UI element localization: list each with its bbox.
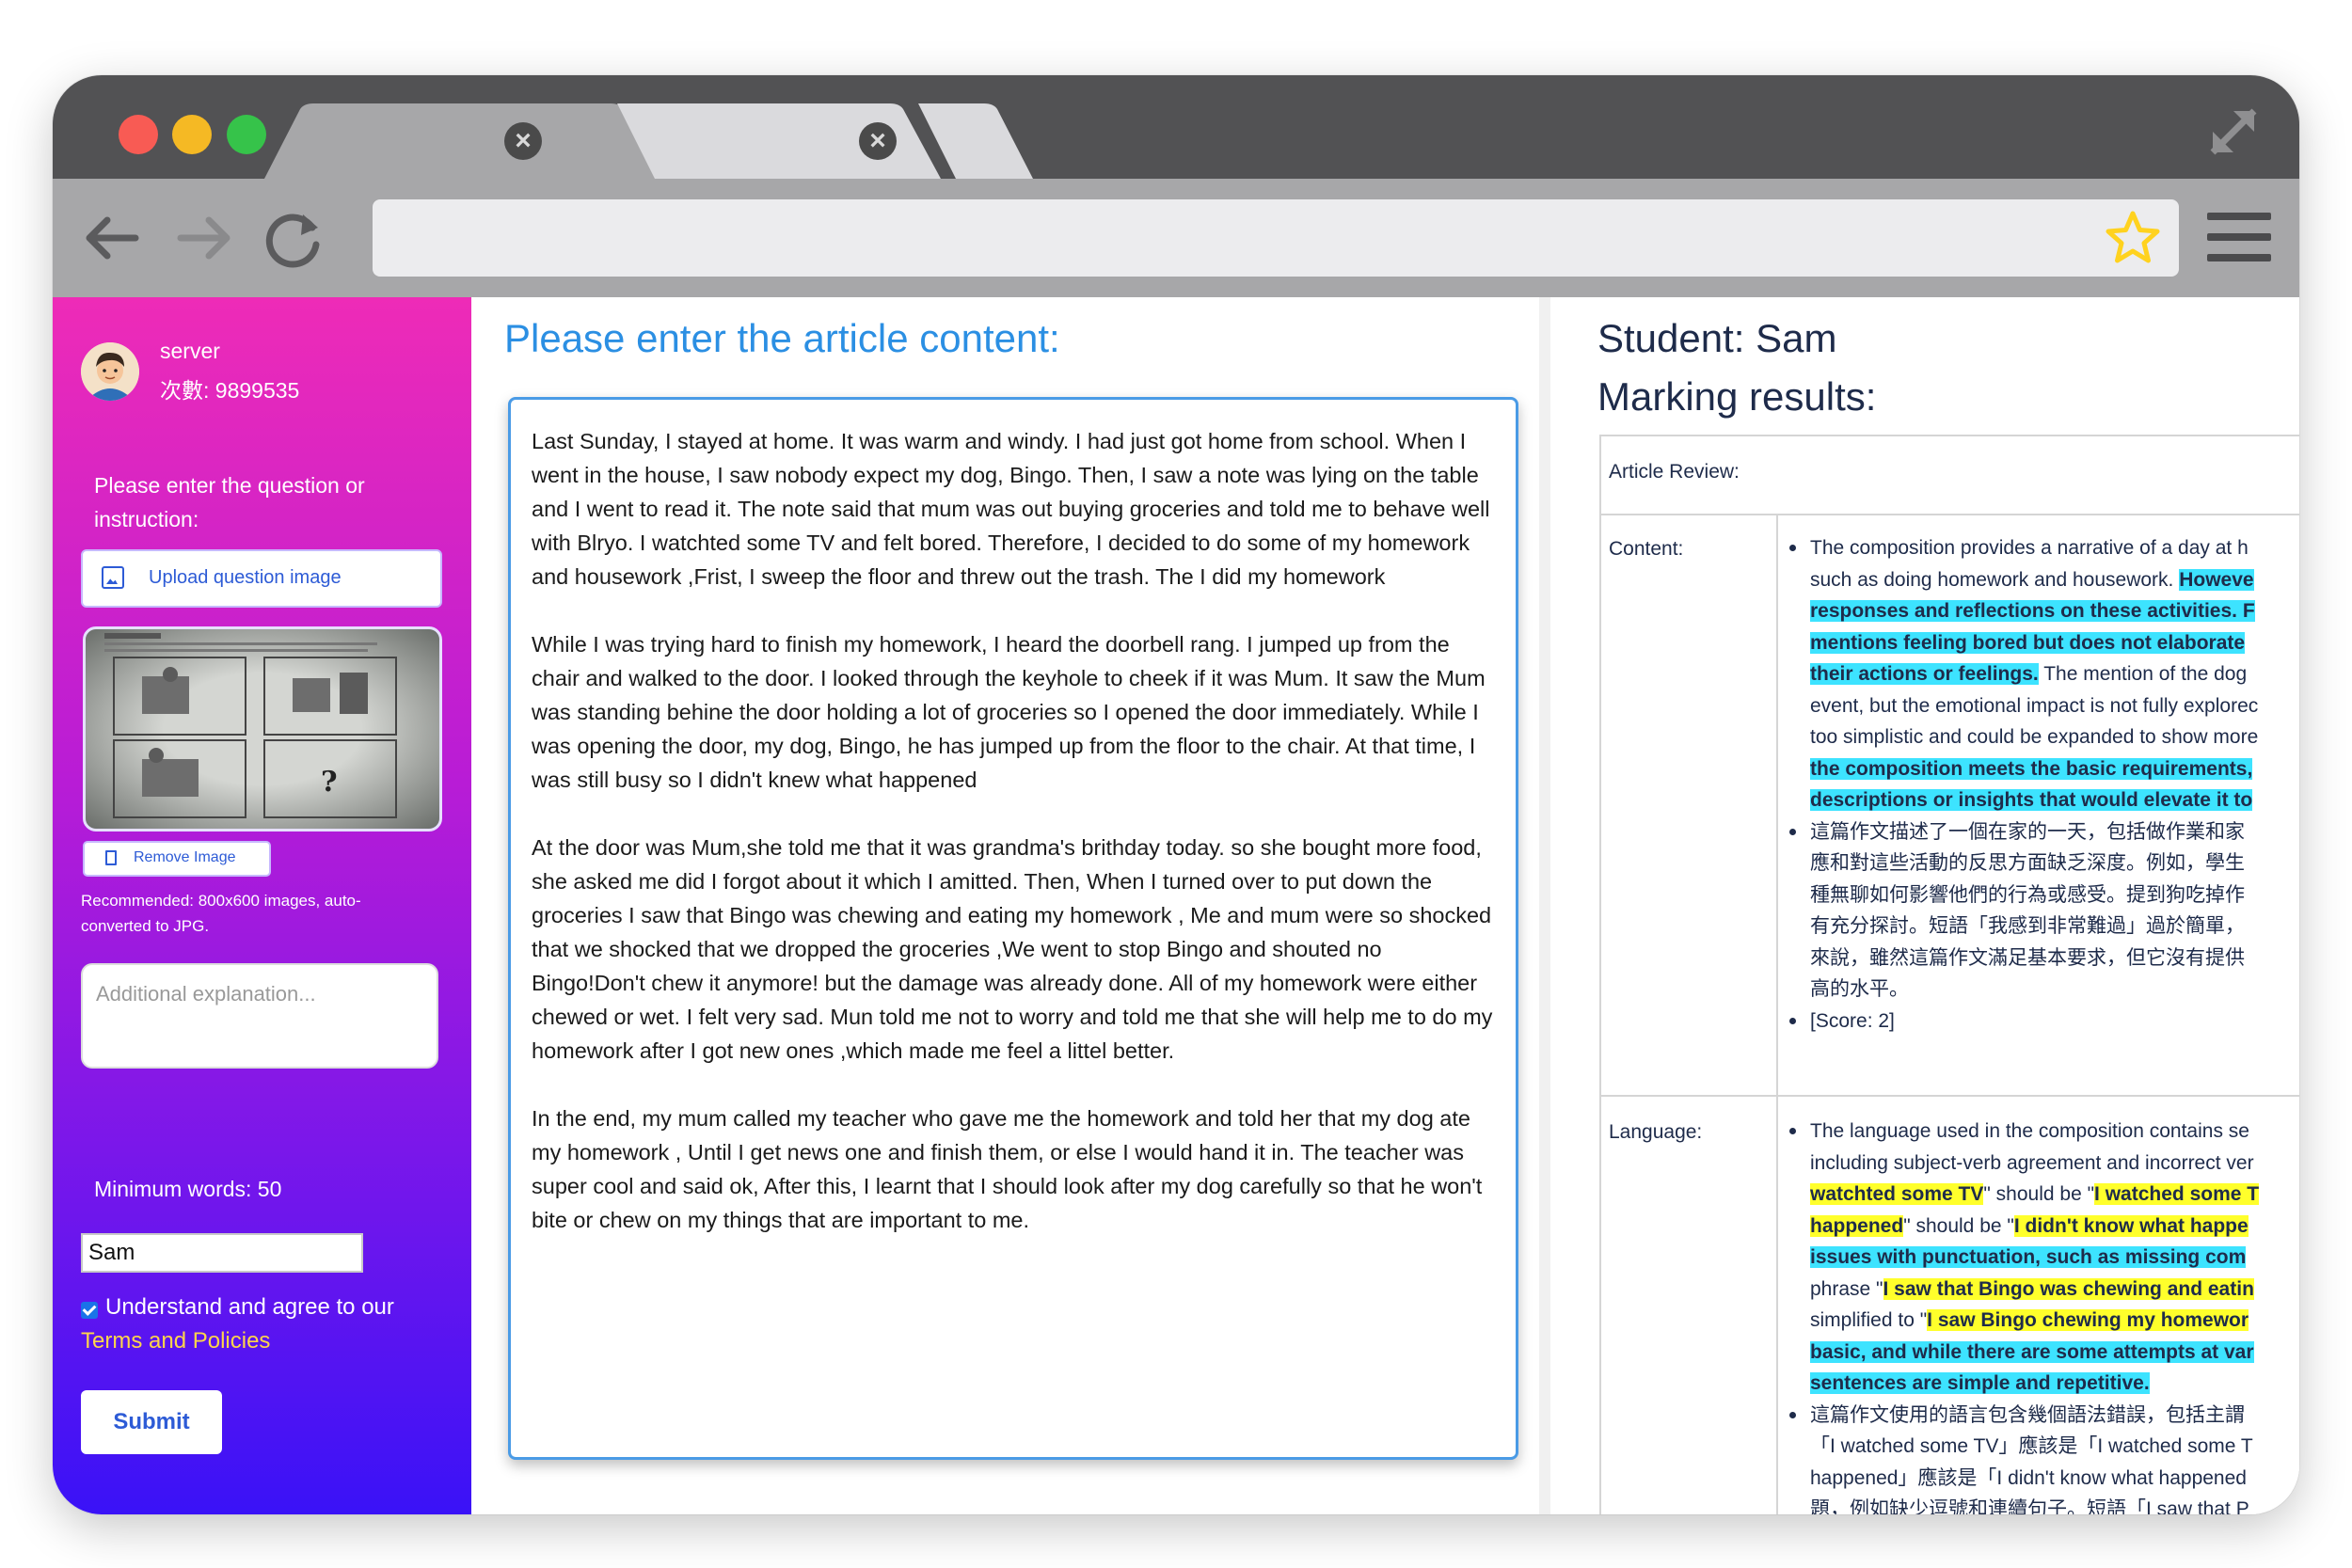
avatar — [81, 342, 139, 401]
table-divider — [1776, 514, 1778, 1514]
address-bar[interactable] — [373, 199, 2179, 277]
new-tab-button[interactable] — [918, 103, 1059, 179]
article-title: Please enter the article content: — [504, 316, 1060, 360]
minimum-words: Minimum words: 50 — [94, 1177, 282, 1201]
list-item: [Score: 2] — [1789, 1006, 2299, 1037]
submit-button[interactable]: Submit — [81, 1390, 222, 1454]
page-content: server 次數: 9899535 Please enter the ques… — [53, 297, 2299, 1514]
language-label: Language: — [1609, 1121, 1703, 1143]
user-name: server — [160, 339, 220, 363]
svg-text:?: ? — [321, 766, 338, 799]
maximize-window-button[interactable] — [227, 115, 266, 154]
question-label: Please enter the question or instruction… — [94, 473, 365, 531]
article-paragraph: Last Sunday, I stayed at home. It was wa… — [532, 429, 1490, 589]
remove-image-button[interactable]: Remove Image — [83, 841, 271, 877]
tab-active[interactable]: × — [264, 103, 660, 179]
student-heading: Student: Sam — [1597, 316, 1837, 360]
close-icon[interactable]: × — [859, 122, 897, 160]
results-table: Article Review: Content: The composition… — [1599, 435, 2299, 1514]
question-image-preview: ? — [83, 626, 442, 832]
expand-icon[interactable] — [2205, 103, 2262, 160]
usage-count: 次數: 9899535 — [160, 378, 300, 403]
results-panel: Student: Sam Marking results: Article Re… — [1558, 297, 2299, 1514]
article-textarea[interactable]: Last Sunday, I stayed at home. It was wa… — [508, 397, 1518, 1460]
explanation-placeholder: Additional explanation... — [96, 982, 316, 1006]
minimize-window-button[interactable] — [172, 115, 212, 154]
trash-icon — [105, 850, 117, 865]
article-scrollbar[interactable] — [1539, 297, 1550, 1514]
reload-icon[interactable] — [263, 207, 326, 269]
terms-link[interactable]: Terms and Policies — [81, 1328, 270, 1354]
article-panel: Please enter the article content: Last S… — [485, 297, 1547, 1514]
sidebar: server 次數: 9899535 Please enter the ques… — [53, 297, 471, 1514]
article-paragraph: While I was trying hard to finish my hom… — [532, 632, 1486, 792]
remove-button-label: Remove Image — [134, 849, 236, 865]
article-review-row: Article Review: — [1601, 436, 2299, 515]
image-recommendation: Recommended: 800x600 images, auto-conver… — [81, 892, 361, 935]
upload-question-image-button[interactable]: Upload question image — [81, 549, 442, 608]
browser-toolbar — [53, 179, 2299, 297]
agree-text: Understand and agree to our — [105, 1294, 394, 1320]
menu-icon[interactable] — [2207, 213, 2271, 265]
language-feedback: The language used in the composition con… — [1789, 1116, 2299, 1514]
article-paragraph: At the door was Mum,she told me that it … — [532, 835, 1493, 1063]
upload-button-label: Upload question image — [149, 567, 342, 588]
content-label: Content: — [1609, 538, 1684, 560]
list-item: 這篇作文描述了一個在家的一天，包括做作業和家 — [1789, 816, 2299, 848]
content-feedback: The composition provides a narrative of … — [1789, 532, 2299, 1037]
browser-window: × × server 次數: 9899535 Please enter the … — [53, 75, 2299, 1514]
table-row-separator — [1601, 1095, 2299, 1097]
list-item: 這篇作文使用的語言包含幾個語法錯誤，包括主謂 — [1789, 1400, 2299, 1432]
close-icon[interactable]: × — [504, 122, 542, 160]
additional-explanation-input[interactable]: Additional explanation... — [81, 963, 438, 1069]
star-icon[interactable] — [2104, 209, 2162, 267]
image-icon — [102, 566, 124, 589]
back-arrow-icon[interactable] — [81, 207, 143, 269]
agree-checkbox[interactable] — [81, 1302, 98, 1319]
marking-heading: Marking results: — [1597, 374, 1877, 419]
article-review-label: Article Review: — [1609, 461, 1740, 483]
article-paragraph: In the end, my mum called my teacher who… — [532, 1106, 1483, 1232]
student-name-input[interactable]: Sam — [81, 1233, 363, 1273]
list-item: The composition provides a narrative of … — [1789, 532, 2299, 564]
forward-arrow-icon[interactable] — [173, 207, 235, 269]
close-window-button[interactable] — [119, 115, 158, 154]
list-item: The language used in the composition con… — [1789, 1116, 2299, 1148]
title-bar: × × — [53, 75, 2299, 179]
